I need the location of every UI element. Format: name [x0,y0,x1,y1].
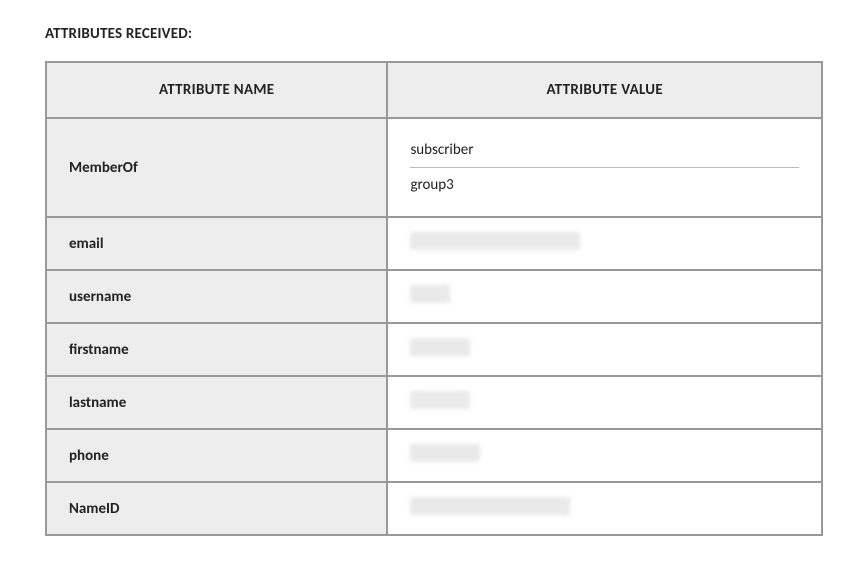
attribute-name-cell: lastname [46,376,387,429]
value-item: subscriber [410,133,799,168]
table-row: lastname [46,376,822,429]
redacted-value [410,338,470,356]
attribute-name-cell: firstname [46,323,387,376]
table-row: email [46,217,822,270]
attribute-name-cell: phone [46,429,387,482]
attribute-value-cell [387,217,822,270]
attribute-value-cell: subscribergroup3 [387,118,822,217]
value-item: group3 [410,168,799,202]
header-attribute-value: ATTRIBUTE VALUE [387,62,822,118]
attribute-value-cell [387,429,822,482]
table-row: NameID [46,482,822,535]
attribute-name-cell: email [46,217,387,270]
attribute-name-cell: username [46,270,387,323]
page-title: ATTRIBUTES RECEIVED: [45,25,823,43]
redacted-value [410,444,480,462]
attribute-value-cell [387,376,822,429]
table-row: phone [46,429,822,482]
redacted-value [410,497,570,515]
attribute-value-cell [387,323,822,376]
attribute-name-cell: MemberOf [46,118,387,217]
attribute-value-cell [387,482,822,535]
header-attribute-name: ATTRIBUTE NAME [46,62,387,118]
table-row: MemberOf subscribergroup3 [46,118,822,217]
redacted-value [410,391,470,409]
redacted-value [410,285,450,303]
attributes-table: ATTRIBUTE NAME ATTRIBUTE VALUE MemberOf s… [45,61,823,536]
multi-value-list: subscribergroup3 [410,133,799,202]
attributes-tbody: MemberOf subscribergroup3 emailusernamefir… [46,118,822,535]
table-row: username [46,270,822,323]
redacted-value [410,232,580,250]
attribute-name-cell: NameID [46,482,387,535]
table-row: firstname [46,323,822,376]
attribute-value-cell [387,270,822,323]
